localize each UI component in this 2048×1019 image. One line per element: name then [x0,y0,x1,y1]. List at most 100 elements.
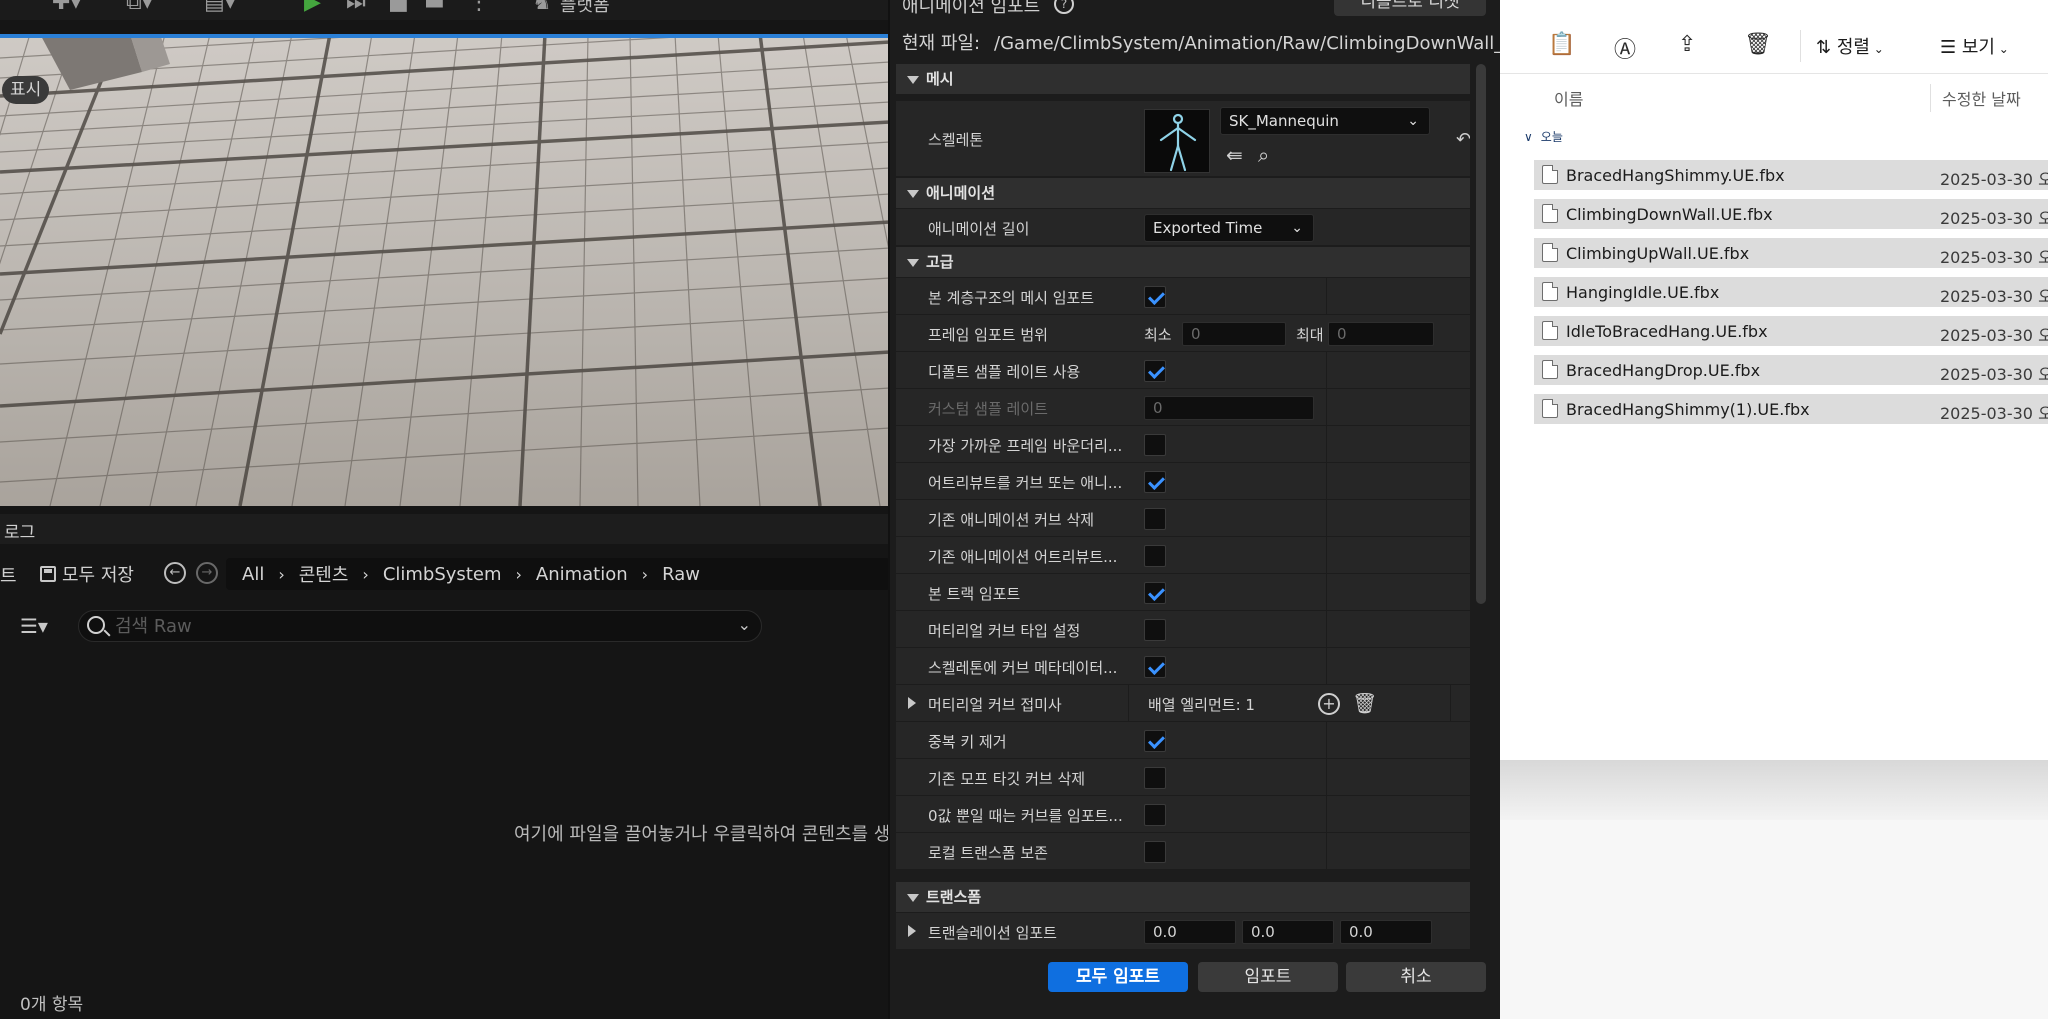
delete-icon[interactable]: 🗑 [1744,32,1772,57]
file-row[interactable]: ClimbingDownWall.UE.fbx 2025-03-30 오 [1534,199,2048,229]
option-checkbox[interactable] [1144,841,1166,863]
level-viewport[interactable]: 표시 [0,34,890,506]
crumb-all[interactable]: All [242,564,264,585]
file-explorer-window: 📋 Ⓐ ⇪ 🗑 ⇅ 정렬 ⌄ ☰ 보기 ⌄ 이름 수정한 날짜 ∨ 오늘 Brac… [1500,0,2048,760]
reset-arrow-icon[interactable]: ↶ [1456,129,1470,150]
option-row: 기존 애니메이션 어트리뷰트... [896,537,1470,574]
option-label: 디폴트 샘플 레이트 사용 [928,363,1081,381]
file-row[interactable]: IdleToBracedHang.UE.fbx 2025-03-30 오 [1534,316,2048,346]
current-file: 현재 파일: /Game/ClimbSystem/Animation/Raw/Cl… [902,29,1500,55]
import-all-button[interactable]: 모두 임포트 [1048,962,1188,992]
option-checkbox[interactable] [1144,471,1166,493]
import-options-panel: 메시 스켈레톤 SK_Mannequin ⌄ ⇚ ⌕ ↶ 애니메이션 애니메이션… [896,64,1470,950]
expand-arrow-icon[interactable] [908,697,916,709]
platforms-menu[interactable]: 플랫폼 [560,0,610,17]
frame-min-input[interactable]: 0 [1182,322,1286,346]
array-elements-count: 배열 엘리먼트: 1 [1148,696,1255,714]
add-element-icon[interactable]: + [1318,693,1340,715]
toolbar-label-stub[interactable]: 트 [0,562,17,588]
stop-icon[interactable]: ■ [388,0,409,14]
section-advanced[interactable]: 고급 [896,247,1470,277]
frame-range-label: 프레임 임포트 범위 [928,326,1048,344]
cinematics-icon[interactable]: ▤▾ [204,0,236,14]
option-row: 본 계층구조의 메시 임포트 [896,278,1470,315]
reset-to-default-button[interactable]: 디폴트로 리셋 [1334,0,1486,16]
more-options-icon[interactable]: ⋮ [468,0,490,14]
expand-arrow-icon[interactable] [908,925,916,937]
view-mode-badge[interactable]: 표시 [2,76,50,104]
animation-length-combo[interactable]: Exported Time ⌄ [1144,214,1314,242]
file-row[interactable]: ClimbingUpWall.UE.fbx 2025-03-30 오 [1534,238,2048,268]
crumb-climbsystem[interactable]: ClimbSystem [383,564,502,585]
chevron-down-icon: ⌄ [1994,42,2009,56]
import-button[interactable]: 임포트 [1198,962,1338,992]
option-checkbox[interactable] [1144,619,1166,641]
section-animation[interactable]: 애니메이션 [896,178,1470,208]
option-checkbox[interactable] [1144,286,1166,308]
cancel-button[interactable]: 취소 [1346,962,1486,992]
option-row: 어트리뷰트를 커브 또는 애니... [896,463,1470,500]
file-date: 2025-03-30 오 [1940,326,2048,345]
column-header: 이름 수정한 날짜 [1500,84,2048,114]
share-icon[interactable]: ⇪ [1678,32,1696,57]
section-transform[interactable]: 트랜스폼 [896,882,1470,912]
skeleton-thumbnail[interactable] [1144,109,1210,173]
skeleton-row: 스켈레톤 SK_Mannequin ⌄ ⇚ ⌕ ↶ [896,101,1470,177]
option-checkbox[interactable] [1144,508,1166,530]
sort-button[interactable]: ⇅ 정렬 ⌄ [1816,33,1884,59]
option-checkbox[interactable] [1144,804,1166,826]
chevron-right-icon: › [362,564,369,584]
log-tab[interactable]: 로그 [4,518,35,543]
option-checkbox[interactable] [1144,767,1166,789]
option-checkbox[interactable] [1144,434,1166,456]
view-button[interactable]: ☰ 보기 ⌄ [1940,33,2009,59]
section-mesh[interactable]: 메시 [896,64,1470,94]
filter-icon[interactable]: ☰▾ [20,614,48,638]
file-date: 2025-03-30 오 [1940,209,2048,228]
column-name[interactable]: 이름 [1554,86,1583,110]
blueprint-icon[interactable]: ⧉▾ [126,0,153,14]
translation-z-input[interactable]: 0.0 [1340,920,1432,944]
group-header-today[interactable]: ∨ 오늘 [1524,126,1571,145]
view-list-icon: ☰ [1940,37,1962,58]
trash-icon[interactable]: 🗑 [1352,691,1377,715]
browse-icon[interactable]: ⌕ [1258,143,1269,167]
option-checkbox[interactable] [1144,545,1166,567]
file-icon [1542,399,1558,418]
chevron-down-icon: ∨ [1524,130,1533,144]
translation-y-input[interactable]: 0.0 [1242,920,1334,944]
chevron-down-icon[interactable]: ⌄ [738,615,751,634]
add-content-icon[interactable]: ✚▾ [52,0,81,14]
option-checkbox[interactable] [1144,656,1166,678]
option-checkbox[interactable] [1144,360,1166,382]
play-icon[interactable]: ▶ [304,0,321,14]
search-box[interactable]: ⌄ [78,610,762,642]
file-row[interactable]: BracedHangShimmy.UE.fbx 2025-03-30 오 [1534,160,2048,190]
use-selected-icon[interactable]: ⇚ [1226,143,1243,167]
file-name: BracedHangShimmy(1).UE.fbx [1566,400,1810,419]
file-row[interactable]: BracedHangShimmy(1).UE.fbx 2025-03-30 오 [1534,394,2048,424]
crumb-animation[interactable]: Animation [536,564,628,585]
options-scrollbar[interactable] [1476,64,1486,604]
skeleton-combo[interactable]: SK_Mannequin ⌄ [1220,107,1430,135]
option-checkbox[interactable] [1144,582,1166,604]
translation-x-input[interactable]: 0.0 [1144,920,1236,944]
frame-max-input[interactable]: 0 [1328,322,1434,346]
column-date-modified[interactable]: 수정한 날짜 [1942,86,2021,110]
crumb-raw[interactable]: Raw [662,564,700,585]
custom-sample-rate-input[interactable]: 0 [1144,396,1314,420]
eject-icon[interactable]: ▬ [424,0,445,14]
crumb-content[interactable]: 콘텐츠 [299,561,349,587]
paste-icon[interactable]: 📋 [1548,32,1575,57]
search-input[interactable] [115,613,715,639]
back-icon[interactable]: ← [164,562,186,584]
file-row[interactable]: HangingIdle.UE.fbx 2025-03-30 오 [1534,277,2048,307]
save-all-button[interactable]: 모두 저장 [40,560,134,588]
option-checkbox[interactable] [1144,730,1166,752]
file-row[interactable]: BracedHangDrop.UE.fbx 2025-03-30 오 [1534,355,2048,385]
translation-import-row: 트랜슬레이션 임포트 0.0 0.0 0.0 [896,913,1470,950]
rename-icon[interactable]: Ⓐ [1614,32,1636,64]
step-icon[interactable]: ⏭ [346,0,366,14]
help-icon[interactable]: ? [1054,0,1074,14]
forward-icon[interactable]: → [196,562,218,584]
